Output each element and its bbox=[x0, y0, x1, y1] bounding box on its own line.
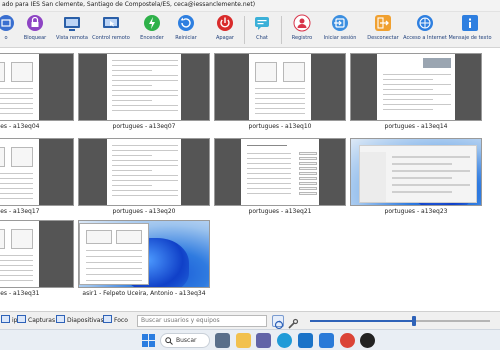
computer-name-label: portugues - a13eq14 bbox=[384, 123, 448, 130]
focus-icon bbox=[103, 315, 112, 323]
chat-icon bbox=[253, 14, 271, 32]
toolbar-button-login[interactable]: Iniciar sesión bbox=[320, 13, 360, 47]
toolbar-button-chat[interactable]: Chat bbox=[242, 13, 282, 47]
toolbar-button-label: Mensaje de texto bbox=[448, 35, 492, 41]
power-off-icon bbox=[216, 14, 234, 32]
login-icon bbox=[331, 14, 349, 32]
computers-icon bbox=[1, 315, 10, 323]
computer-name-label: portugues - a13eq23 bbox=[384, 208, 448, 215]
computer-screen-thumbnail[interactable] bbox=[78, 138, 210, 206]
partial-icon bbox=[0, 14, 15, 32]
taskbar-veyon-icon[interactable] bbox=[360, 333, 375, 348]
focus-button[interactable]: Foco bbox=[103, 315, 128, 327]
computer-tile[interactable]: portugues - a13eq31 bbox=[0, 220, 74, 300]
computer-name-label: portugues - a13eq10 bbox=[248, 123, 312, 130]
taskbar-task-view-icon[interactable] bbox=[215, 333, 230, 348]
window-title: ado para IES San clemente, Santiago de C… bbox=[2, 1, 256, 8]
computer-screen-thumbnail[interactable] bbox=[78, 220, 210, 288]
taskbar-teams-icon[interactable] bbox=[256, 333, 271, 348]
computer-screen-thumbnail[interactable] bbox=[214, 53, 346, 121]
internet-icon bbox=[416, 14, 434, 32]
computer-tile[interactable]: portugues - a13eq20 bbox=[78, 138, 210, 218]
computer-tile[interactable]: portugues - a13eq14 bbox=[350, 53, 482, 133]
auto-adjust-button[interactable] bbox=[272, 315, 284, 330]
slides-icon bbox=[56, 315, 65, 323]
taskbar-edge-icon[interactable] bbox=[277, 333, 292, 348]
screenshots-icon bbox=[17, 315, 26, 323]
toolbar-button-power-off[interactable]: Apagar bbox=[205, 13, 245, 47]
toolbar-button-info[interactable]: Mensaje de texto bbox=[448, 13, 492, 47]
restart-icon bbox=[177, 14, 195, 32]
computer-thumbnails-grid: portugues - a13eq04 portugues - a13eq07 po… bbox=[0, 49, 500, 311]
taskbar-explorer-icon[interactable] bbox=[236, 333, 251, 348]
veyon-master-window: ado para IES San clemente, Santiago de C… bbox=[0, 0, 500, 350]
taskbar-chrome-icon[interactable] bbox=[340, 333, 355, 348]
computer-screen-thumbnail[interactable] bbox=[350, 53, 482, 121]
tools-button[interactable] bbox=[287, 315, 299, 329]
toolbar-button-register[interactable]: Registro bbox=[282, 13, 322, 47]
slides-button[interactable]: Diapositivas bbox=[56, 315, 104, 327]
info-icon bbox=[461, 14, 479, 32]
computer-screen-thumbnail[interactable] bbox=[0, 220, 74, 288]
computer-name-label: asir1 - Felpeto Uceira, Antonio - a13eq3… bbox=[82, 290, 206, 297]
toolbar-button-internet[interactable]: Acceso a Internet bbox=[403, 13, 447, 47]
taskbar-store-icon[interactable] bbox=[319, 333, 334, 348]
computer-screen-thumbnail[interactable] bbox=[0, 53, 74, 121]
remote-control-icon bbox=[102, 14, 120, 32]
computer-name-label: portugues - a13eq31 bbox=[0, 290, 40, 297]
computer-screen-thumbnail[interactable] bbox=[214, 138, 346, 206]
toolbar-button-restart[interactable]: Reiniciar bbox=[166, 13, 206, 47]
toolbar-button-lock[interactable]: Bloquear bbox=[15, 13, 55, 47]
zoom-slider-thumb[interactable] bbox=[412, 316, 417, 326]
computer-tile[interactable]: portugues - a13eq07 bbox=[78, 53, 210, 133]
register-icon bbox=[293, 14, 311, 32]
lock-icon bbox=[26, 14, 44, 32]
computer-tile[interactable]: portugues - a13eq23 bbox=[350, 138, 482, 218]
computer-name-label: portugues - a13eq21 bbox=[248, 208, 312, 215]
computer-name-label: portugues - a13eq07 bbox=[112, 123, 176, 130]
computer-screen-thumbnail[interactable] bbox=[0, 138, 74, 206]
computer-tile[interactable]: portugues - a13eq21 bbox=[214, 138, 346, 218]
windows-taskbar: Buscar bbox=[0, 329, 500, 350]
toolbar-button-remote-control[interactable]: Control remoto bbox=[91, 13, 131, 47]
toolbar-button-logout[interactable]: Desconectar bbox=[363, 13, 403, 47]
search-users-input[interactable]: Buscar usuarios y equipos bbox=[137, 315, 267, 327]
toolbar: o Bloquear Vista remota Control remoto Encen… bbox=[0, 12, 500, 48]
computer-name-label: portugues - a13eq20 bbox=[112, 208, 176, 215]
title-bar: ado para IES San clemente, Santiago de C… bbox=[0, 0, 500, 12]
status-bar: ipos Capturas Diapositivas Foco Buscar u… bbox=[0, 311, 500, 330]
zoom-slider-fill bbox=[310, 320, 415, 322]
logout-icon bbox=[374, 14, 392, 32]
computer-tile[interactable]: portugues - a13eq10 bbox=[214, 53, 346, 133]
search-icon bbox=[165, 337, 173, 345]
taskbar-search-button[interactable]: Buscar bbox=[160, 333, 210, 348]
toolbar-button-remote-view[interactable]: Vista remota bbox=[52, 13, 92, 47]
screenshots-button[interactable]: Capturas bbox=[17, 315, 55, 327]
power-on-icon bbox=[143, 14, 161, 32]
computer-tile[interactable]: portugues - a13eq04 bbox=[0, 53, 74, 133]
computer-tile[interactable]: asir1 - Felpeto Uceira, Antonio - a13eq3… bbox=[78, 220, 210, 300]
computer-tile[interactable]: portugues - a13eq17 bbox=[0, 138, 74, 218]
taskbar-outlook-icon[interactable] bbox=[298, 333, 313, 348]
remote-view-icon bbox=[63, 14, 81, 32]
zoom-slider[interactable] bbox=[310, 320, 490, 322]
computer-screen-thumbnail[interactable] bbox=[350, 138, 482, 206]
computer-name-label: portugues - a13eq17 bbox=[0, 208, 40, 215]
computer-name-label: portugues - a13eq04 bbox=[0, 123, 40, 130]
windows-start-icon[interactable] bbox=[142, 334, 155, 347]
computer-screen-thumbnail[interactable] bbox=[78, 53, 210, 121]
